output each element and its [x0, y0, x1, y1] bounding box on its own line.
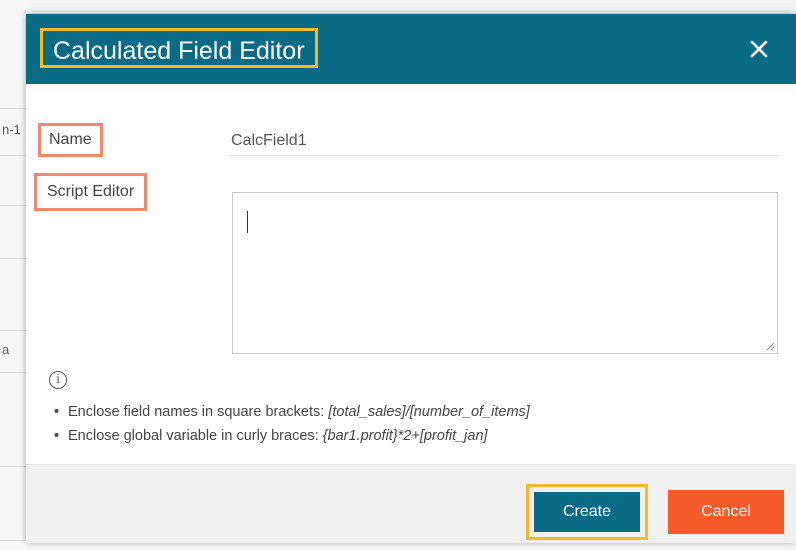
background-divider: [0, 258, 28, 259]
name-field[interactable]: [229, 127, 779, 156]
name-label: Name: [38, 123, 103, 157]
background-sidebar: n-1 a: [0, 0, 28, 550]
background-divider: [0, 155, 28, 156]
hint-text: Enclose global variable in curly braces:: [68, 428, 323, 444]
create-button[interactable]: Create: [534, 492, 640, 532]
script-editor-label: Script Editor: [34, 173, 148, 211]
background-divider: [0, 372, 28, 373]
text-cursor: [247, 211, 248, 233]
hint-list: Enclose field names in square brackets: …: [54, 400, 530, 448]
background-divider: [0, 540, 28, 541]
background-divider: [0, 466, 28, 467]
background-divider: [0, 205, 28, 206]
background-divider: [0, 108, 28, 109]
hint-item: Enclose global variable in curly braces:…: [54, 424, 530, 448]
hint-example: {bar1.profit}*2+[profit_jan]: [322, 428, 488, 444]
dialog-footer: Create Cancel: [26, 464, 796, 543]
close-icon[interactable]: [744, 34, 774, 64]
hint-text: Enclose field names in square brackets:: [68, 404, 329, 420]
background-text: n-1: [2, 122, 21, 137]
script-editor-textarea[interactable]: [232, 192, 778, 354]
background-divider: [0, 330, 28, 331]
cancel-button[interactable]: Cancel: [668, 490, 784, 534]
resize-handle-icon[interactable]: [765, 341, 775, 351]
hint-example: [total_sales]/[number_of_items]: [328, 404, 530, 420]
info-icon: i: [49, 371, 67, 389]
close-icon-glyph: [750, 40, 768, 58]
dialog-header: Calculated Field Editor: [26, 14, 796, 84]
background-text: a: [2, 342, 10, 357]
create-button-highlight: Create: [526, 484, 648, 540]
dialog-title: Calculated Field Editor: [40, 28, 318, 68]
hint-item: Enclose field names in square brackets: …: [54, 400, 530, 424]
calculated-field-dialog: Calculated Field Editor Name Script Edit…: [26, 14, 796, 543]
